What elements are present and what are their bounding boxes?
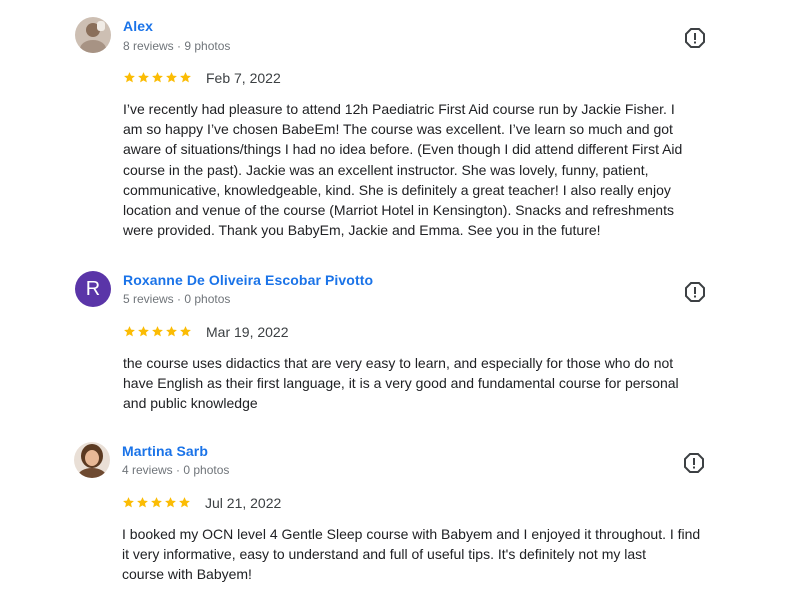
review-text-line: it very informative, easy to understand …	[122, 546, 647, 563]
review-text-line: aware of situations/things I had no idea…	[123, 141, 683, 158]
star-icon	[137, 497, 148, 508]
avatar[interactable]	[74, 442, 110, 478]
star-icon	[152, 72, 163, 83]
star-icon	[179, 497, 190, 508]
review-text: I’ve recently had pleasure to attend 12h…	[123, 99, 723, 240]
review-date: Feb 7, 2022	[206, 70, 281, 86]
review-text: the course uses didactics that are very …	[123, 353, 723, 414]
star-icon	[138, 72, 149, 83]
star-icon	[123, 497, 134, 508]
review-text-line: location and venue of the course (Marrio…	[123, 202, 674, 219]
report-review-icon[interactable]	[683, 452, 705, 474]
report-review-icon[interactable]	[684, 27, 706, 49]
review-text-line: I booked my OCN level 4 Gentle Sleep cou…	[122, 526, 701, 542]
star-icon	[124, 326, 135, 337]
star-rating	[123, 325, 192, 339]
avatar[interactable]	[75, 17, 111, 53]
review-text-line: were provided. Thank you BabyEm, Jackie …	[123, 222, 601, 239]
review-text-line: have English as their first language, it…	[123, 375, 679, 392]
review-date: Jul 21, 2022	[205, 495, 282, 511]
star-icon	[180, 326, 191, 337]
reviewer-meta: 8 reviews · 9 photos	[123, 39, 231, 53]
star-rating	[123, 71, 192, 85]
star-icon	[124, 72, 135, 83]
reviewer-name[interactable]: Alex	[123, 18, 153, 34]
star-icon	[166, 72, 177, 83]
reviewer-meta: 4 reviews · 0 photos	[122, 463, 230, 477]
star-icon	[180, 72, 191, 83]
review-text-line: course in the past). Jackie was an excel…	[123, 161, 649, 178]
star-icon	[165, 497, 176, 508]
review-text-line: the course uses didactics that are very …	[123, 355, 674, 371]
avatar[interactable]: R	[75, 271, 111, 307]
user-photo-icon	[75, 17, 111, 53]
review-text-line: course with Babyem!	[122, 566, 252, 583]
star-rating	[122, 496, 191, 510]
star-icon	[151, 497, 162, 508]
user-photo-icon	[74, 442, 110, 478]
review-date: Mar 19, 2022	[206, 324, 289, 340]
star-icon	[138, 326, 149, 337]
review-text-line: and public knowledge	[123, 395, 258, 412]
review-text: I booked my OCN level 4 Gentle Sleep cou…	[122, 524, 722, 585]
reviewer-meta: 5 reviews · 0 photos	[123, 292, 231, 306]
report-review-icon[interactable]	[684, 281, 706, 303]
reviewer-name[interactable]: Martina Sarb	[122, 443, 208, 459]
review-text-line: am so happy I’ve chosen BabeEm! The cour…	[123, 121, 673, 138]
star-icon	[152, 326, 163, 337]
review-text-line: communicative, knowledgeable, kind. She …	[123, 181, 671, 198]
star-icon	[166, 326, 177, 337]
reviewer-name[interactable]: Roxanne De Oliveira Escobar Pivotto	[123, 272, 373, 288]
review-text-line: I’ve recently had pleasure to attend 12h…	[123, 101, 675, 117]
